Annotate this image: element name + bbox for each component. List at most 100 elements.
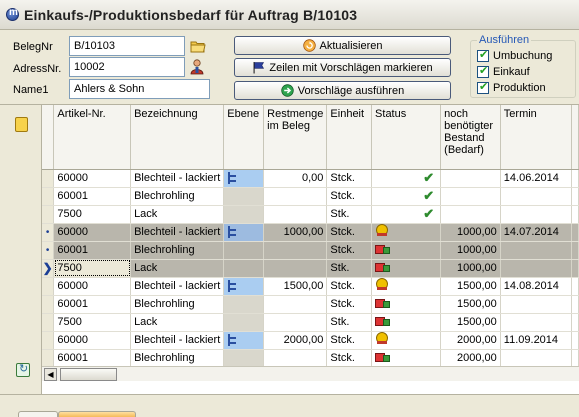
tab-second[interactable] — [58, 411, 136, 417]
cell-artikel[interactable]: 60001 — [53, 187, 132, 206]
cell-ebene[interactable] — [223, 349, 265, 368]
table-row-selected[interactable]: • 60000 Blechteil - lackiert 1000,00 Stc… — [42, 223, 579, 242]
cell-termin[interactable] — [500, 295, 572, 314]
einkauf-checkbox[interactable]: Einkauf — [477, 64, 530, 78]
cell-bezeichnung[interactable]: Blechteil - lackiert — [130, 331, 225, 350]
scroll-left-arrow-icon[interactable]: ◀ — [44, 368, 57, 381]
column-header-ebene[interactable]: Ebene — [223, 105, 265, 170]
cell-artikel[interactable]: 7500 — [53, 205, 132, 224]
cell-ebene[interactable] — [223, 205, 265, 224]
cell-bedarf[interactable]: 1000,00 — [440, 223, 501, 242]
column-header-bedarf[interactable]: noch benötigter Bestand (Bedarf) — [440, 105, 501, 170]
cell-bedarf[interactable]: 1500,00 — [440, 295, 501, 314]
table-row[interactable]: 60001 Blechrohling Stck. ✔ — [42, 187, 579, 206]
cell-termin[interactable]: 14.08.2014 — [500, 277, 572, 296]
cell-bezeichnung[interactable]: Blechrohling — [130, 349, 225, 368]
cell-bedarf[interactable] — [440, 187, 501, 206]
cell-bezeichnung[interactable]: Lack — [130, 259, 225, 278]
cell-bezeichnung[interactable]: Blechteil - lackiert — [130, 169, 225, 188]
cell-status[interactable] — [371, 295, 442, 314]
cell-bedarf[interactable]: 2000,00 — [440, 349, 501, 368]
column-header-status[interactable]: Status — [371, 105, 442, 170]
produktion-checkbox[interactable]: Produktion — [477, 80, 546, 94]
cell-ebene[interactable] — [223, 313, 265, 332]
column-header-bezeichnung[interactable]: Bezeichnung — [130, 105, 225, 170]
horizontal-scrollbar[interactable]: ◀ — [42, 366, 579, 381]
cell-einheit[interactable]: Stck. — [326, 349, 373, 368]
folder-icon[interactable] — [190, 40, 206, 53]
cell-restmenge[interactable]: 2000,00 — [263, 331, 328, 350]
cell-restmenge[interactable] — [263, 259, 328, 278]
cell-status[interactable] — [371, 259, 442, 278]
cell-status[interactable]: ✔ — [371, 169, 442, 188]
cell-bezeichnung[interactable]: Lack — [130, 205, 225, 224]
cell-bedarf[interactable]: 1500,00 — [440, 313, 501, 332]
cell-ebene[interactable] — [223, 295, 265, 314]
cell-termin[interactable]: 11.09.2014 — [500, 331, 572, 350]
cell-status[interactable] — [371, 241, 442, 260]
cell-bedarf[interactable]: 2000,00 — [440, 331, 501, 350]
cell-bedarf[interactable]: 1000,00 — [440, 241, 501, 260]
table-row[interactable]: 60001 Blechrohling Stck. 1500,00 — [42, 295, 579, 314]
cell-artikel[interactable]: 7500 — [53, 259, 132, 278]
cell-artikel[interactable]: 60001 — [53, 295, 132, 314]
cell-restmenge[interactable]: 1000,00 — [263, 223, 328, 242]
cell-artikel[interactable]: 60001 — [53, 241, 132, 260]
cell-termin[interactable] — [500, 313, 572, 332]
cell-restmenge[interactable] — [263, 313, 328, 332]
tab-first[interactable] — [18, 411, 58, 417]
cell-ebene[interactable] — [223, 277, 265, 296]
cell-artikel[interactable]: 60000 — [53, 169, 132, 188]
cell-restmenge[interactable] — [263, 241, 328, 260]
cell-status[interactable]: ✔ — [371, 205, 442, 224]
cell-status[interactable]: ✔ — [371, 187, 442, 206]
aktualisieren-button[interactable]: Aktualisieren — [234, 36, 451, 55]
cell-einheit[interactable]: Stck. — [326, 187, 373, 206]
cell-artikel[interactable]: 60001 — [53, 349, 132, 368]
adressnr-field[interactable]: 10002 — [69, 57, 185, 77]
cell-termin[interactable] — [500, 187, 572, 206]
cell-termin[interactable] — [500, 349, 572, 368]
table-row[interactable]: 7500 Lack Stk. ✔ — [42, 205, 579, 224]
cell-restmenge[interactable] — [263, 349, 328, 368]
cell-einheit[interactable]: Stk. — [326, 259, 373, 278]
cell-ebene[interactable] — [223, 259, 265, 278]
table-row[interactable]: 7500 Lack Stk. 1500,00 — [42, 313, 579, 332]
table-row-selected[interactable]: • 60001 Blechrohling Stck. 1000,00 — [42, 241, 579, 260]
column-header-termin[interactable]: Termin — [500, 105, 572, 170]
person-icon[interactable] — [190, 59, 204, 75]
cell-bedarf[interactable]: 1500,00 — [440, 277, 501, 296]
cell-restmenge[interactable] — [263, 205, 328, 224]
document-icon[interactable] — [15, 117, 28, 132]
cell-restmenge[interactable]: 0,00 — [263, 169, 328, 188]
cell-ebene[interactable] — [223, 241, 265, 260]
cell-ebene[interactable] — [223, 169, 265, 188]
cell-termin[interactable] — [500, 259, 572, 278]
table-row-current[interactable]: ❯ 7500 Lack Stk. 1000,00 — [42, 259, 579, 278]
vorschlaege-ausfuehren-button[interactable]: Vorschläge ausführen — [234, 81, 451, 100]
cell-status[interactable] — [371, 277, 442, 296]
cell-status[interactable] — [371, 313, 442, 332]
cell-einheit[interactable]: Stck. — [326, 169, 373, 188]
belegnr-field[interactable]: B/10103 — [69, 36, 185, 56]
cell-termin[interactable]: 14.06.2014 — [500, 169, 572, 188]
cell-bezeichnung[interactable]: Blechrohling — [130, 241, 225, 260]
cell-status[interactable] — [371, 223, 442, 242]
cell-status[interactable] — [371, 331, 442, 350]
cell-termin[interactable] — [500, 205, 572, 224]
cell-bedarf[interactable] — [440, 169, 501, 188]
cell-artikel[interactable]: 7500 — [53, 313, 132, 332]
cell-artikel[interactable]: 60000 — [53, 223, 132, 242]
cell-restmenge[interactable] — [263, 295, 328, 314]
cell-einheit[interactable]: Stck. — [326, 277, 373, 296]
cell-termin[interactable] — [500, 241, 572, 260]
cell-bezeichnung[interactable]: Blechrohling — [130, 187, 225, 206]
cell-artikel[interactable]: 60000 — [53, 331, 132, 350]
cell-bedarf[interactable] — [440, 205, 501, 224]
cell-restmenge[interactable] — [263, 187, 328, 206]
cell-artikel[interactable]: 60000 — [53, 277, 132, 296]
scrollbar-thumb[interactable] — [60, 368, 117, 381]
cell-einheit[interactable]: Stck. — [326, 223, 373, 242]
cell-ebene[interactable] — [223, 223, 265, 242]
column-header-artikel[interactable]: Artikel-Nr. — [53, 105, 132, 170]
